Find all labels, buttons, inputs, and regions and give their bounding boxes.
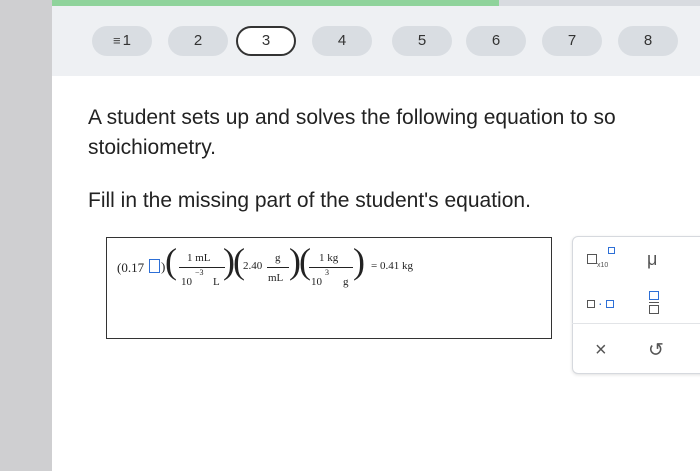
- question-number: 3: [261, 32, 271, 49]
- missing-unit-slot[interactable]: [149, 259, 160, 273]
- question-3-button[interactable]: 3: [236, 26, 296, 56]
- question-number: 8: [643, 32, 653, 49]
- exponent-box-icon: [608, 247, 616, 254]
- question-text-line-2: stoichiometry.: [88, 136, 216, 159]
- fraction-3-denominator-unit: g: [343, 276, 349, 288]
- question-5-button[interactable]: 5: [392, 26, 452, 56]
- question-8-button[interactable]: 8: [618, 26, 678, 56]
- scientific-notation-button[interactable]: x10: [587, 247, 616, 269]
- first-factor: (0.17: [117, 260, 145, 275]
- fraction-3-denominator-exponent: 3: [325, 268, 329, 277]
- multiply-dot-button[interactable]: ·: [587, 295, 614, 311]
- toolbox-divider: [572, 323, 700, 324]
- left-box-icon: [587, 300, 595, 308]
- progress-bar: [52, 0, 500, 6]
- question-1-button[interactable]: ≡ 1: [92, 26, 152, 56]
- question-2-button[interactable]: 2: [168, 26, 228, 56]
- question-number: 1: [122, 32, 131, 49]
- instruction-text: Fill in the missing part of the student'…: [88, 189, 531, 212]
- fraction-1-denominator-exponent: −3: [195, 268, 204, 277]
- fraction-button[interactable]: [649, 291, 659, 315]
- fraction-3-bar: [309, 267, 353, 268]
- sci-notation-label: x10: [597, 262, 609, 269]
- dot-symbol: ·: [598, 295, 603, 311]
- fraction-3-denominator-base: 10: [311, 276, 322, 288]
- question-number: 7: [567, 32, 577, 49]
- question-text-line-1: A student sets up and solves the followi…: [88, 106, 616, 129]
- close-paren: ): [353, 241, 365, 281]
- question-number: 4: [337, 32, 347, 49]
- fraction-icon: [649, 291, 659, 315]
- question-6-button[interactable]: 6: [466, 26, 526, 56]
- equation-answer-box[interactable]: (0.17 ) ( 1 mL 10 −3 L ) ( 2.40 g mL ) (…: [106, 237, 552, 339]
- open-paren: (: [165, 241, 177, 281]
- density-value: 2.40: [243, 260, 263, 272]
- fraction-1-denominator-unit: L: [213, 276, 220, 288]
- fraction-line: [649, 302, 659, 304]
- base-box-icon: [587, 254, 597, 264]
- question-number: 6: [491, 32, 501, 49]
- question-7-button[interactable]: 7: [542, 26, 602, 56]
- mu-button[interactable]: μ: [647, 249, 657, 270]
- equation-result: = 0.41 kg: [371, 260, 413, 272]
- fraction-numerator-box: [649, 291, 659, 300]
- question-4-button[interactable]: 4: [312, 26, 372, 56]
- fraction-1-numerator: 1 mL: [187, 252, 211, 264]
- open-paren: (: [299, 241, 311, 281]
- undo-button[interactable]: ↺: [648, 339, 664, 362]
- fraction-2-numerator: g: [275, 252, 281, 264]
- fraction-1-denominator-base: 10: [181, 276, 192, 288]
- left-gutter: [0, 0, 52, 471]
- math-input-toolbox: x10 μ · × ↺: [572, 236, 700, 374]
- fraction-3-numerator: 1 kg: [319, 252, 339, 264]
- right-box-icon: [605, 300, 614, 308]
- question-number: 2: [193, 32, 203, 49]
- menu-icon: ≡: [113, 33, 121, 48]
- fraction-2-denominator: mL: [268, 272, 284, 284]
- fraction-denominator-box: [649, 305, 659, 314]
- fraction-2-bar: [267, 267, 289, 268]
- clear-button[interactable]: ×: [595, 339, 607, 362]
- question-number: 5: [417, 32, 427, 49]
